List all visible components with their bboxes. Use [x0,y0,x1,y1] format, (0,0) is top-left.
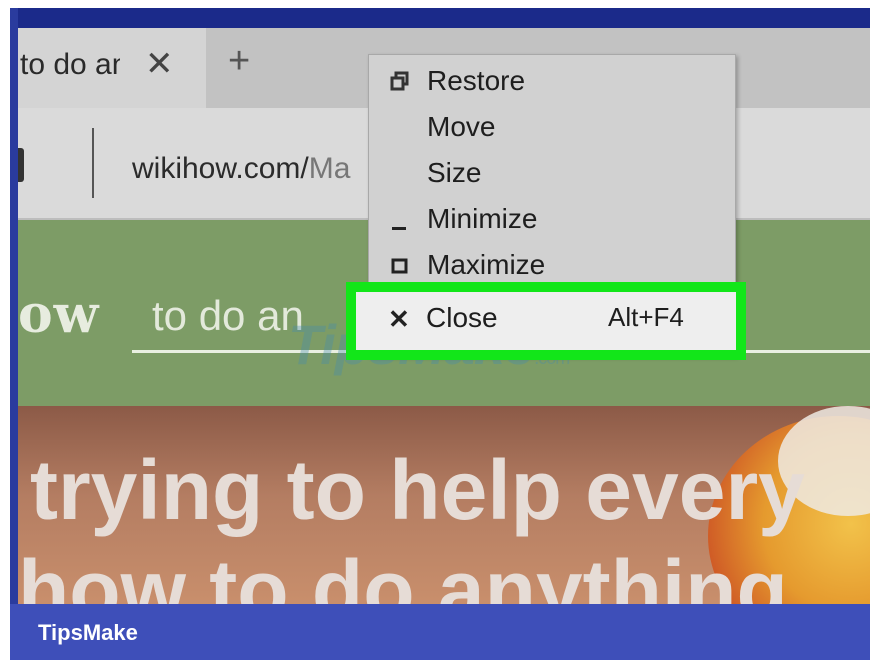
new-tab-icon[interactable]: + [228,40,250,83]
search-input[interactable]: to do an [152,292,304,340]
url-field[interactable]: wikihow.com/Ma [132,152,372,186]
window-top-border [10,8,870,30]
menu-item-label: Restore [427,65,526,96]
minimize-icon [389,197,411,243]
menu-item-label: Maximize [427,249,546,280]
address-divider [92,128,94,198]
menu-item-minimize[interactable]: Minimize [369,197,735,243]
hero-headline-1: trying to help every [30,443,805,537]
refresh-icon[interactable] [18,148,24,182]
hero-banner: trying to help every how to do anything [18,406,870,606]
brand-bar [10,604,870,660]
menu-item-move[interactable]: Move [369,105,735,151]
hero-headline-2: how to do anything [18,543,788,606]
menu-item-label: Move [427,111,496,142]
menu-item-label: Size [427,157,482,188]
tab-title: to do an [20,48,120,81]
url-text: wikihow.com/ [132,152,309,185]
frame-left [0,0,10,660]
tab-close-icon[interactable]: ✕ [145,44,174,84]
url-text-dim: Ma [308,152,351,185]
restore-icon [389,59,411,105]
site-logo[interactable]: ow [18,284,99,345]
menu-item-restore[interactable]: Restore [369,59,735,105]
window-left-border [10,8,18,606]
menu-item-size[interactable]: Size [369,151,735,197]
menu-item-label: Minimize [427,203,538,234]
brand-text: TipsMake [38,620,138,645]
highlight-box [346,282,746,360]
